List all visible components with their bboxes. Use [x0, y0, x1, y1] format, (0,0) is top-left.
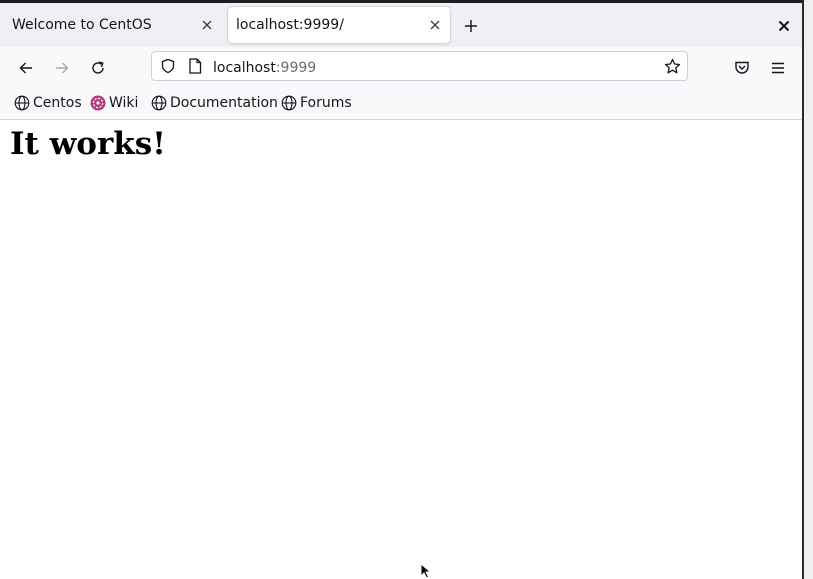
url-text[interactable]: localhost:9999	[213, 57, 316, 76]
pocket-icon	[735, 61, 749, 74]
tab-title: Welcome to CentOS	[12, 17, 152, 33]
bookmarks-toolbar: Centos Wiki Documentation Forums	[0, 87, 802, 120]
reload-icon	[92, 61, 104, 74]
window-edge	[802, 0, 813, 579]
globe-icon	[14, 95, 30, 111]
url-port: :9999	[275, 59, 317, 76]
bookmark-documentation[interactable]: Documentation	[151, 94, 278, 112]
reload-button[interactable]	[84, 55, 112, 81]
bookmark-centos[interactable]: Centos	[14, 94, 82, 112]
bookmark-label: Forums	[300, 95, 352, 111]
bookmark-label: Centos	[33, 95, 82, 111]
close-tab-icon[interactable]	[200, 18, 214, 32]
browser-window: Welcome to CentOS localhost:9999/ localh…	[0, 0, 802, 579]
wiki-flower-icon	[90, 95, 106, 111]
arrow-right-icon	[56, 62, 69, 74]
tab-strip: Welcome to CentOS localhost:9999/	[0, 3, 802, 47]
tab-welcome-centos[interactable]: Welcome to CentOS	[4, 7, 222, 43]
bookmark-label: Documentation	[170, 95, 278, 111]
tab-title: localhost:9999/	[236, 17, 344, 33]
navigation-toolbar: localhost:9999	[0, 47, 802, 87]
bookmark-label: Wiki	[109, 95, 139, 111]
tracking-protection-icon[interactable]	[159, 57, 177, 75]
bookmark-forums[interactable]: Forums	[281, 94, 352, 112]
globe-icon	[151, 95, 167, 111]
plus-icon	[465, 20, 477, 32]
page-info-icon[interactable]	[186, 57, 204, 75]
mouse-cursor-icon	[420, 563, 432, 579]
close-tab-icon[interactable]	[428, 18, 442, 32]
new-tab-button[interactable]	[460, 15, 482, 37]
pocket-button[interactable]	[728, 55, 756, 81]
globe-icon	[281, 95, 297, 111]
close-icon	[778, 20, 790, 32]
app-menu-button[interactable]	[764, 55, 792, 81]
page-heading: It works!	[10, 126, 166, 162]
url-host: localhost	[213, 59, 276, 76]
window-close-button[interactable]	[774, 16, 794, 36]
tab-localhost[interactable]: localhost:9999/	[228, 7, 450, 43]
url-bar[interactable]: localhost:9999	[151, 51, 688, 81]
bookmark-star-icon[interactable]	[663, 57, 681, 75]
arrow-left-icon	[19, 62, 32, 74]
forward-button[interactable]	[48, 55, 76, 81]
bookmark-wiki[interactable]: Wiki	[90, 94, 138, 112]
hamburger-menu-icon	[772, 62, 784, 74]
back-button[interactable]	[12, 55, 40, 81]
page-content: It works!	[0, 120, 802, 579]
